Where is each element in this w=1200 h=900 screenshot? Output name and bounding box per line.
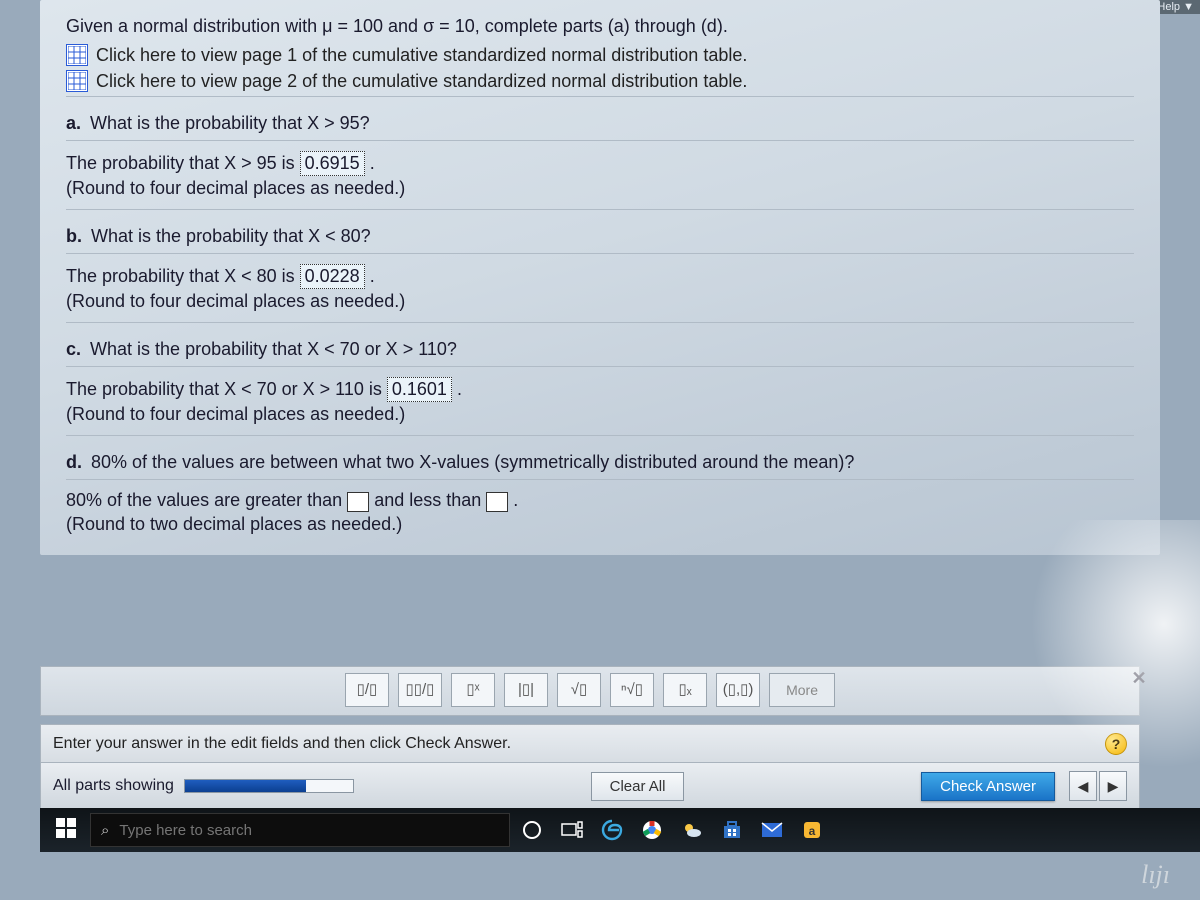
part-c-answer-input[interactable]: 0.1601: [387, 377, 452, 402]
part-b-answer-suffix: .: [370, 266, 375, 286]
part-a-answer-line: The probability that X > 95 is 0.6915 .: [66, 151, 1134, 176]
control-bar: All parts showing Clear All Check Answer…: [40, 762, 1140, 810]
part-d-input-upper[interactable]: [486, 492, 508, 512]
taskbar-search-input[interactable]: [119, 822, 499, 839]
part-a-text: What is the probability that X > 95?: [90, 113, 370, 133]
svg-text:a: a: [809, 824, 816, 838]
palette-fraction-button[interactable]: ▯/▯: [345, 673, 389, 707]
parts-showing-label: All parts showing: [53, 777, 174, 795]
part-b-answer-line: The probability that X < 80 is 0.0228 .: [66, 264, 1134, 289]
table-link-2-text: Click here to view page 2 of the cumulat…: [96, 71, 747, 92]
part-d-fill-mid: and less than: [374, 490, 486, 510]
table-icon: [66, 44, 88, 66]
signature-overlay: lıjı: [1141, 860, 1170, 890]
problem-statement: Given a normal distribution with μ = 100…: [66, 14, 1134, 38]
part-b-label: b.: [66, 226, 82, 246]
palette-subscript-button[interactable]: ▯ₓ: [663, 673, 707, 707]
part-b-answer-input[interactable]: 0.0228: [300, 264, 365, 289]
part-d-answer-line: 80% of the values are greater than and l…: [66, 490, 1134, 511]
part-c-answer-suffix: .: [457, 379, 462, 399]
part-a-hint: (Round to four decimal places as needed.…: [66, 178, 1134, 199]
part-a-label: a.: [66, 113, 81, 133]
math-palette: ▯/▯ ▯▯/▯ ▯ˣ |▯| √▯ ⁿ√▯ ▯ₓ (▯,▯) More: [40, 666, 1140, 716]
search-icon: ⌕: [101, 822, 109, 839]
part-c-text: What is the probability that X < 70 or X…: [90, 339, 457, 359]
part-b-text: What is the probability that X < 80?: [91, 226, 371, 246]
table-link-1[interactable]: Click here to view page 1 of the cumulat…: [66, 44, 1134, 66]
help-button[interactable]: ?: [1105, 733, 1127, 755]
taskbar-search[interactable]: ⌕: [90, 813, 510, 847]
part-d-input-lower[interactable]: [347, 492, 369, 512]
next-question-button[interactable]: ▶: [1099, 771, 1127, 801]
part-b-answer-prefix: The probability that X < 80 is: [66, 266, 300, 286]
part-a-answer-suffix: .: [370, 153, 375, 173]
palette-sqrt-button[interactable]: √▯: [557, 673, 601, 707]
divider: [66, 209, 1134, 210]
palette-exponent-button[interactable]: ▯ˣ: [451, 673, 495, 707]
nav-arrows: ◀ ▶: [1069, 771, 1127, 801]
part-d-fill-prefix: 80% of the values are greater than: [66, 490, 347, 510]
edge-icon[interactable]: [594, 812, 630, 848]
part-d-fill-suffix: .: [513, 490, 518, 510]
table-link-2[interactable]: Click here to view page 2 of the cumulat…: [66, 70, 1134, 92]
part-a-answer-input[interactable]: 0.6915: [300, 151, 365, 176]
palette-mixed-button[interactable]: ▯▯/▯: [398, 673, 442, 707]
instruction-text: Enter your answer in the edit fields and…: [53, 735, 511, 753]
start-button[interactable]: [46, 812, 86, 848]
divider: [66, 435, 1134, 436]
mail-icon[interactable]: [754, 812, 790, 848]
table-link-1-text: Click here to view page 1 of the cumulat…: [96, 45, 747, 66]
part-c-label: c.: [66, 339, 81, 359]
windows-taskbar: ⌕ a: [40, 808, 1200, 852]
part-d-question: d. 80% of the values are between what tw…: [66, 452, 1134, 473]
divider: [66, 140, 1134, 141]
clear-all-button[interactable]: Clear All: [591, 772, 685, 801]
instruction-bar: Enter your answer in the edit fields and…: [40, 724, 1140, 764]
task-view-icon[interactable]: [554, 812, 590, 848]
app-icon[interactable]: a: [794, 812, 830, 848]
parts-progress: [184, 779, 354, 793]
part-d-text: 80% of the values are between what two X…: [91, 452, 854, 472]
question-panel: Given a normal distribution with μ = 100…: [40, 0, 1160, 555]
divider: [66, 253, 1134, 254]
part-c-question: c. What is the probability that X < 70 o…: [66, 339, 1134, 360]
close-palette-button[interactable]: ✕: [1128, 668, 1150, 690]
divider: [66, 322, 1134, 323]
palette-tuple-button[interactable]: (▯,▯): [716, 673, 760, 707]
part-c-hint: (Round to four decimal places as needed.…: [66, 404, 1134, 425]
divider: [66, 366, 1134, 367]
parts-progress-fill: [185, 780, 306, 792]
browser-icon[interactable]: [634, 812, 670, 848]
palette-more-button[interactable]: More: [769, 673, 835, 707]
palette-nroot-button[interactable]: ⁿ√▯: [610, 673, 654, 707]
windows-icon: [56, 818, 76, 843]
part-b-hint: (Round to four decimal places as needed.…: [66, 291, 1134, 312]
check-answer-button[interactable]: Check Answer: [921, 772, 1055, 801]
divider: [66, 96, 1134, 97]
part-d-hint: (Round to two decimal places as needed.): [66, 514, 1134, 535]
cortana-icon[interactable]: [514, 812, 550, 848]
palette-abs-button[interactable]: |▯|: [504, 673, 548, 707]
table-icon: [66, 70, 88, 92]
store-icon[interactable]: [714, 812, 750, 848]
part-a-answer-prefix: The probability that X > 95 is: [66, 153, 300, 173]
part-c-answer-line: The probability that X < 70 or X > 110 i…: [66, 377, 1134, 402]
divider: [66, 479, 1134, 480]
part-d-label: d.: [66, 452, 82, 472]
weather-icon[interactable]: [674, 812, 710, 848]
part-a-question: a. What is the probability that X > 95?: [66, 113, 1134, 134]
prev-question-button[interactable]: ◀: [1069, 771, 1097, 801]
part-c-answer-prefix: The probability that X < 70 or X > 110 i…: [66, 379, 387, 399]
part-b-question: b. What is the probability that X < 80?: [66, 226, 1134, 247]
